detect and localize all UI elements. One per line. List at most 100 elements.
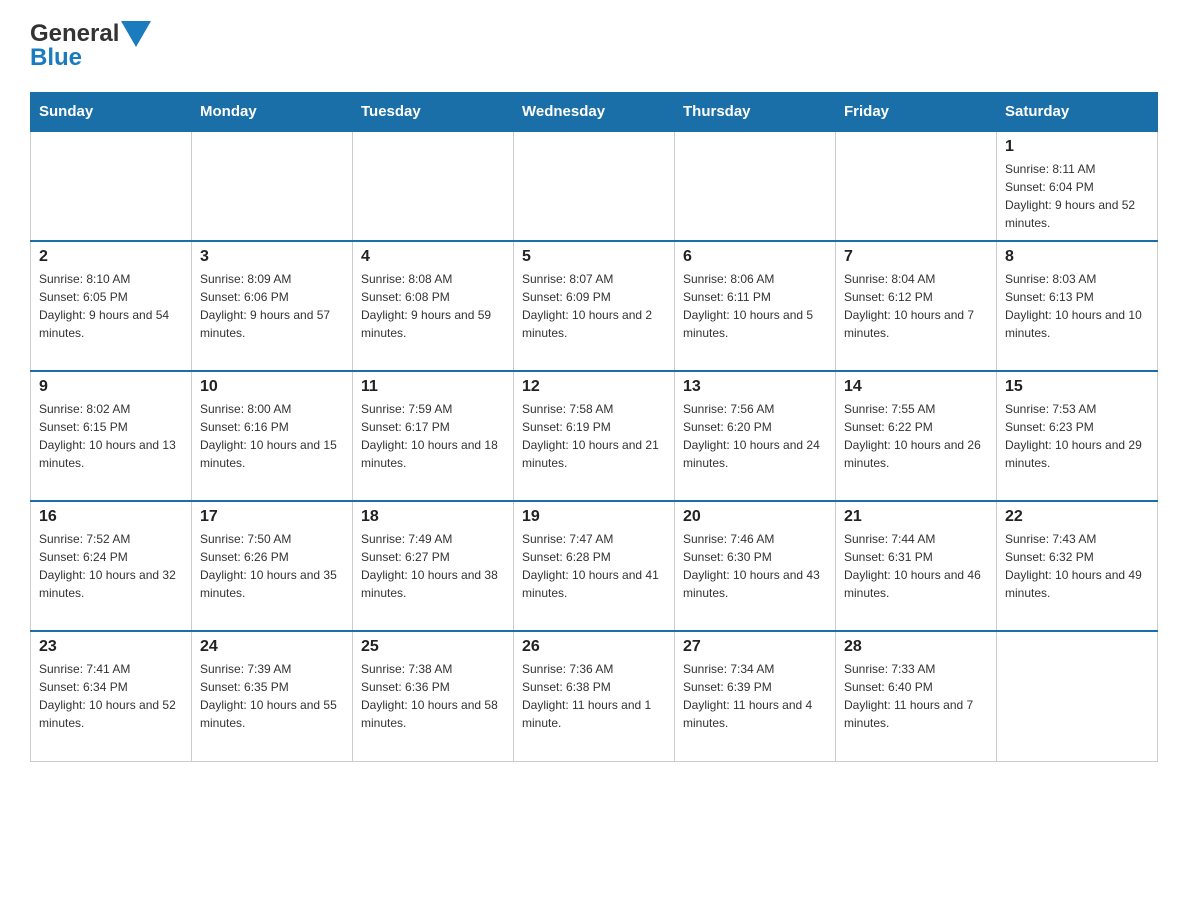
day-info: Sunrise: 7:41 AM Sunset: 6:34 PM Dayligh…	[39, 660, 183, 732]
day-info: Sunrise: 8:11 AM Sunset: 6:04 PM Dayligh…	[1005, 160, 1149, 232]
calendar-cell: 15Sunrise: 7:53 AM Sunset: 6:23 PM Dayli…	[997, 371, 1158, 501]
day-number: 17	[200, 508, 344, 526]
day-number: 9	[39, 378, 183, 396]
calendar-cell	[997, 631, 1158, 761]
day-number: 2	[39, 248, 183, 266]
day-info: Sunrise: 7:44 AM Sunset: 6:31 PM Dayligh…	[844, 530, 988, 602]
day-info: Sunrise: 7:49 AM Sunset: 6:27 PM Dayligh…	[361, 530, 505, 602]
weekday-header-wednesday: Wednesday	[514, 93, 675, 132]
day-number: 20	[683, 508, 827, 526]
day-info: Sunrise: 7:59 AM Sunset: 6:17 PM Dayligh…	[361, 400, 505, 472]
day-info: Sunrise: 8:07 AM Sunset: 6:09 PM Dayligh…	[522, 270, 666, 342]
day-number: 10	[200, 378, 344, 396]
weekday-header-monday: Monday	[192, 93, 353, 132]
day-number: 18	[361, 508, 505, 526]
weekday-header-tuesday: Tuesday	[353, 93, 514, 132]
day-info: Sunrise: 8:03 AM Sunset: 6:13 PM Dayligh…	[1005, 270, 1149, 342]
calendar-cell: 21 Sunrise: 7:44 AM Sunset: 6:31 PM Dayli…	[836, 501, 997, 631]
day-number: 4	[361, 248, 505, 266]
calendar-cell	[353, 131, 514, 241]
day-info: Sunrise: 8:09 AM Sunset: 6:06 PM Dayligh…	[200, 270, 344, 342]
week-row-4: 16 Sunrise: 7:52 AM Sunset: 6:24 PM Dayli…	[31, 501, 1158, 631]
day-info: Sunrise: 7:53 AM Sunset: 6:23 PM Dayligh…	[1005, 400, 1149, 472]
calendar-cell: 23 Sunrise: 7:41 AM Sunset: 6:34 PM Dayli…	[31, 631, 192, 761]
calendar-cell: 14 Sunrise: 7:55 AM Sunset: 6:22 PM Dayli…	[836, 371, 997, 501]
day-number: 25	[361, 638, 505, 656]
calendar-cell: 5 Sunrise: 8:07 AM Sunset: 6:09 PM Daylig…	[514, 241, 675, 371]
calendar-cell: 11 Sunrise: 7:59 AM Sunset: 6:17 PM Dayli…	[353, 371, 514, 501]
calendar-cell: 7Sunrise: 8:04 AM Sunset: 6:12 PM Daylig…	[836, 241, 997, 371]
day-info: Sunrise: 7:43 AM Sunset: 6:32 PM Dayligh…	[1005, 530, 1149, 602]
calendar-cell: 9 Sunrise: 8:02 AM Sunset: 6:15 PM Daylig…	[31, 371, 192, 501]
day-info: Sunrise: 7:56 AM Sunset: 6:20 PM Dayligh…	[683, 400, 827, 472]
day-number: 23	[39, 638, 183, 656]
day-info: Sunrise: 7:47 AM Sunset: 6:28 PM Dayligh…	[522, 530, 666, 602]
day-number: 24	[200, 638, 344, 656]
day-info: Sunrise: 8:08 AM Sunset: 6:08 PM Dayligh…	[361, 270, 505, 342]
calendar-cell: 16 Sunrise: 7:52 AM Sunset: 6:24 PM Dayli…	[31, 501, 192, 631]
calendar-cell: 18 Sunrise: 7:49 AM Sunset: 6:27 PM Dayli…	[353, 501, 514, 631]
calendar-cell: 20 Sunrise: 7:46 AM Sunset: 6:30 PM Dayli…	[675, 501, 836, 631]
weekday-header-saturday: Saturday	[997, 93, 1158, 132]
day-number: 13	[683, 378, 827, 396]
calendar-cell	[31, 131, 192, 241]
day-number: 8	[1005, 248, 1149, 266]
day-info: Sunrise: 7:50 AM Sunset: 6:26 PM Dayligh…	[200, 530, 344, 602]
day-info: Sunrise: 8:00 AM Sunset: 6:16 PM Dayligh…	[200, 400, 344, 472]
day-info: Sunrise: 8:04 AM Sunset: 6:12 PM Dayligh…	[844, 270, 988, 342]
weekday-header-thursday: Thursday	[675, 93, 836, 132]
day-number: 27	[683, 638, 827, 656]
day-info: Sunrise: 8:06 AM Sunset: 6:11 PM Dayligh…	[683, 270, 827, 342]
calendar-cell: 6 Sunrise: 8:06 AM Sunset: 6:11 PM Daylig…	[675, 241, 836, 371]
weekday-header-row: SundayMondayTuesdayWednesdayThursdayFrid…	[31, 93, 1158, 132]
calendar-table: SundayMondayTuesdayWednesdayThursdayFrid…	[30, 92, 1158, 762]
day-number: 6	[683, 248, 827, 266]
calendar-cell: 28 Sunrise: 7:33 AM Sunset: 6:40 PM Dayli…	[836, 631, 997, 761]
day-number: 16	[39, 508, 183, 526]
calendar-cell: 22 Sunrise: 7:43 AM Sunset: 6:32 PM Dayli…	[997, 501, 1158, 631]
day-info: Sunrise: 7:33 AM Sunset: 6:40 PM Dayligh…	[844, 660, 988, 732]
calendar-cell: 24 Sunrise: 7:39 AM Sunset: 6:35 PM Dayli…	[192, 631, 353, 761]
day-info: Sunrise: 7:46 AM Sunset: 6:30 PM Dayligh…	[683, 530, 827, 602]
day-number: 21	[844, 508, 988, 526]
week-row-2: 2 Sunrise: 8:10 AM Sunset: 6:05 PM Daylig…	[31, 241, 1158, 371]
calendar-cell: 27 Sunrise: 7:34 AM Sunset: 6:39 PM Dayli…	[675, 631, 836, 761]
day-number: 19	[522, 508, 666, 526]
day-info: Sunrise: 7:39 AM Sunset: 6:35 PM Dayligh…	[200, 660, 344, 732]
day-info: Sunrise: 7:34 AM Sunset: 6:39 PM Dayligh…	[683, 660, 827, 732]
calendar-cell: 25 Sunrise: 7:38 AM Sunset: 6:36 PM Dayli…	[353, 631, 514, 761]
day-info: Sunrise: 7:55 AM Sunset: 6:22 PM Dayligh…	[844, 400, 988, 472]
logo-blue-text: Blue	[30, 44, 82, 72]
day-number: 1	[1005, 138, 1149, 156]
week-row-1: 1 Sunrise: 8:11 AM Sunset: 6:04 PM Daylig…	[31, 131, 1158, 241]
page-header: General Blue	[30, 20, 1158, 72]
calendar-cell: 10 Sunrise: 8:00 AM Sunset: 6:16 PM Dayli…	[192, 371, 353, 501]
calendar-cell: 12 Sunrise: 7:58 AM Sunset: 6:19 PM Dayli…	[514, 371, 675, 501]
week-row-5: 23 Sunrise: 7:41 AM Sunset: 6:34 PM Dayli…	[31, 631, 1158, 761]
day-number: 3	[200, 248, 344, 266]
day-info: Sunrise: 7:36 AM Sunset: 6:38 PM Dayligh…	[522, 660, 666, 732]
calendar-cell: 17 Sunrise: 7:50 AM Sunset: 6:26 PM Dayli…	[192, 501, 353, 631]
day-info: Sunrise: 7:52 AM Sunset: 6:24 PM Dayligh…	[39, 530, 183, 602]
day-number: 5	[522, 248, 666, 266]
calendar-cell	[514, 131, 675, 241]
calendar-cell: 13 Sunrise: 7:56 AM Sunset: 6:20 PM Dayli…	[675, 371, 836, 501]
day-number: 11	[361, 378, 505, 396]
day-number: 22	[1005, 508, 1149, 526]
calendar-cell: 19 Sunrise: 7:47 AM Sunset: 6:28 PM Dayli…	[514, 501, 675, 631]
weekday-header-sunday: Sunday	[31, 93, 192, 132]
day-number: 14	[844, 378, 988, 396]
day-number: 12	[522, 378, 666, 396]
calendar-cell	[192, 131, 353, 241]
day-info: Sunrise: 7:58 AM Sunset: 6:19 PM Dayligh…	[522, 400, 666, 472]
day-info: Sunrise: 7:38 AM Sunset: 6:36 PM Dayligh…	[361, 660, 505, 732]
logo: General Blue	[30, 20, 151, 72]
calendar-cell: 1 Sunrise: 8:11 AM Sunset: 6:04 PM Daylig…	[997, 131, 1158, 241]
calendar-cell	[836, 131, 997, 241]
weekday-header-friday: Friday	[836, 93, 997, 132]
calendar-cell: 8 Sunrise: 8:03 AM Sunset: 6:13 PM Daylig…	[997, 241, 1158, 371]
day-info: Sunrise: 8:10 AM Sunset: 6:05 PM Dayligh…	[39, 270, 183, 342]
day-number: 28	[844, 638, 988, 656]
day-info: Sunrise: 8:02 AM Sunset: 6:15 PM Dayligh…	[39, 400, 183, 472]
calendar-cell: 4 Sunrise: 8:08 AM Sunset: 6:08 PM Daylig…	[353, 241, 514, 371]
